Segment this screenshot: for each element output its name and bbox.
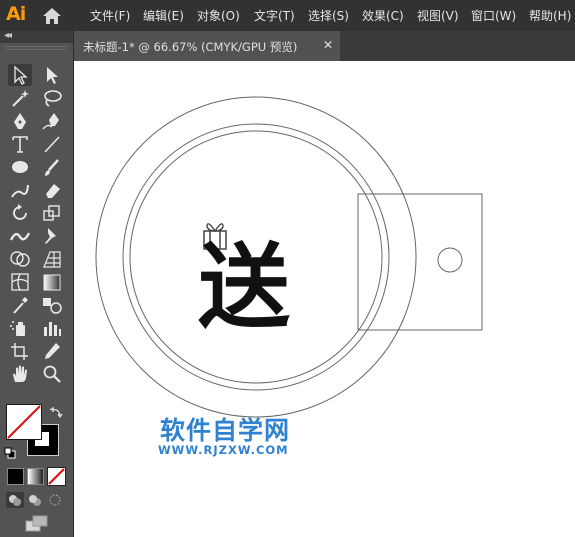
menu-effect[interactable]: 效果(C)	[362, 7, 404, 24]
gradient-tool-icon[interactable]	[40, 271, 64, 293]
artboard-canvas[interactable]: 送 软件自学网 WWW.RJZXW.COM	[74, 61, 575, 537]
app-logo: Ai	[6, 3, 26, 25]
document-tab-strip: 未标题-1* @ 66.67% (CMYK/GPU 预览) ✕	[74, 31, 575, 61]
magic-wand-tool-icon[interactable]	[8, 87, 32, 109]
shaper-tool-icon[interactable]	[8, 179, 32, 201]
fill-swatch[interactable]	[6, 404, 42, 440]
eraser-tool-icon[interactable]	[40, 179, 64, 201]
rotate-tool-icon[interactable]	[8, 202, 32, 224]
blend-tool-icon[interactable]	[40, 294, 64, 316]
main-glyph[interactable]: 送	[198, 234, 290, 341]
perspective-grid-tool-icon[interactable]	[40, 248, 64, 270]
document-tab[interactable]: 未标题-1* @ 66.67% (CMYK/GPU 预览) ✕	[74, 31, 340, 61]
screen-mode-icon[interactable]	[24, 515, 50, 533]
symbol-sprayer-tool-icon[interactable]	[8, 317, 32, 339]
selection-tool-icon[interactable]	[8, 64, 32, 86]
collapse-panel-icon[interactable]: ◂◂	[4, 30, 12, 41]
gradient-mode-button[interactable]	[27, 468, 44, 485]
panel-grip[interactable]	[6, 46, 66, 50]
draw-behind-icon[interactable]	[26, 492, 44, 508]
menu-file[interactable]: 文件(F)	[90, 7, 130, 24]
mesh-tool-icon[interactable]	[8, 271, 32, 293]
menu-edit[interactable]: 编辑(E)	[143, 7, 184, 24]
color-mode-button[interactable]	[7, 468, 24, 485]
menu-type[interactable]: 文字(T)	[254, 7, 295, 24]
tools-panel: ◂◂	[0, 30, 74, 537]
type-tool-icon[interactable]	[8, 133, 32, 155]
swap-fill-stroke-icon[interactable]	[49, 405, 65, 419]
paintbrush-tool-icon[interactable]	[40, 156, 64, 178]
menu-help[interactable]: 帮助(H)	[529, 7, 571, 24]
hand-tool-icon[interactable]	[8, 363, 32, 385]
eyedropper-tool-icon[interactable]	[8, 294, 32, 316]
ellipse-tool-icon[interactable]	[8, 156, 32, 178]
curvature-tool-icon[interactable]	[40, 110, 64, 132]
small-circle[interactable]	[437, 247, 463, 273]
none-mode-button[interactable]	[47, 467, 66, 486]
lasso-tool-icon[interactable]	[40, 87, 64, 109]
width-tool-icon[interactable]	[8, 225, 32, 247]
column-graph-tool-icon[interactable]	[40, 317, 64, 339]
scale-tool-icon[interactable]	[40, 202, 64, 224]
default-fill-stroke-icon[interactable]	[4, 444, 16, 459]
slice-tool-icon[interactable]	[40, 340, 64, 362]
close-icon[interactable]: ✕	[323, 38, 333, 52]
pen-tool-icon[interactable]	[8, 110, 32, 132]
menu-object[interactable]: 对象(O)	[197, 7, 240, 24]
menu-window[interactable]: 窗口(W)	[471, 7, 516, 24]
shape-builder-tool-icon[interactable]	[8, 248, 32, 270]
artwork[interactable]: 送	[74, 61, 575, 537]
tools-panel-header[interactable]: ◂◂	[0, 30, 73, 43]
home-icon[interactable]	[40, 5, 64, 27]
document-tab-title: 未标题-1* @ 66.67% (CMYK/GPU 预览)	[83, 40, 298, 54]
draw-inside-icon[interactable]	[46, 492, 64, 508]
rectangle-shape[interactable]	[357, 193, 483, 331]
watermark-url: WWW.RJZXW.COM	[158, 443, 289, 457]
menu-bar: Ai 文件(F) 编辑(E) 对象(O) 文字(T) 选择(S) 效果(C) 视…	[0, 0, 575, 31]
zoom-tool-icon[interactable]	[40, 363, 64, 385]
draw-normal-icon[interactable]	[6, 492, 24, 508]
line-segment-tool-icon[interactable]	[40, 133, 64, 155]
direct-selection-tool-icon[interactable]	[40, 64, 64, 86]
menu-view[interactable]: 视图(V)	[417, 7, 459, 24]
watermark-title: 软件自学网	[160, 416, 291, 445]
menu-select[interactable]: 选择(S)	[308, 7, 349, 24]
puppet-warp-tool-icon[interactable]	[40, 225, 64, 247]
artboard-tool-icon[interactable]	[8, 340, 32, 362]
